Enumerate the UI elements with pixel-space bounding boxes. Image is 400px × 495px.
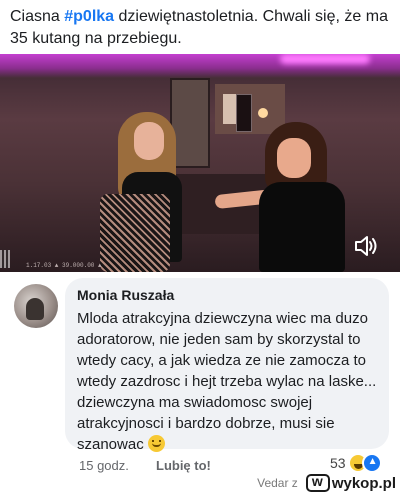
video-scene-led (280, 54, 370, 64)
hashtag-link[interactable]: #p0lka (64, 8, 114, 25)
comment: Monia Ruszała Mloda atrakcyjna dziewczyn… (0, 272, 400, 495)
reaction-count: 53 (330, 455, 346, 471)
smiling-face-icon (147, 435, 165, 452)
comment-body: Mloda atrakcyjna dziewczyna wiec ma duzo… (77, 308, 377, 455)
video-person-right (214, 122, 345, 272)
comment-text: Mloda atrakcyjna dziewczyna wiec ma duzo… (77, 310, 377, 453)
comment-timestamp[interactable]: 15 godz. (79, 458, 129, 473)
like-button[interactable]: Lubię to! (156, 458, 211, 473)
video-scene-poster (236, 94, 252, 132)
like-reaction-icon (361, 453, 382, 473)
watermark-user: Vedar z (257, 476, 298, 490)
watermark: Vedar z wykop.pl (257, 473, 396, 492)
post-text: Ciasna #p0lka dziewiętnastoletnia. Chwal… (10, 6, 394, 50)
watermark-site: wykop.pl (331, 474, 396, 492)
post-text-prefix: Ciasna (10, 8, 65, 25)
volume-icon[interactable] (352, 232, 380, 260)
reaction-summary[interactable]: 53 (330, 452, 382, 474)
stream-overlay-text: 1.17.03 ▲ 39.000.00 ▲ (26, 262, 102, 269)
video-player[interactable]: 1.17.03 ▲ 39.000.00 ▲ (0, 54, 400, 272)
comment-author[interactable]: Monia Ruszała (77, 286, 377, 304)
stream-qr-code (0, 250, 10, 268)
video-person-left-legs (100, 194, 170, 272)
wykop-logo-icon (305, 473, 330, 492)
comment-bubble: Monia Ruszała Mloda atrakcyjna dziewczyn… (65, 278, 389, 453)
video-scene-light (258, 108, 268, 118)
avatar[interactable] (14, 284, 58, 328)
